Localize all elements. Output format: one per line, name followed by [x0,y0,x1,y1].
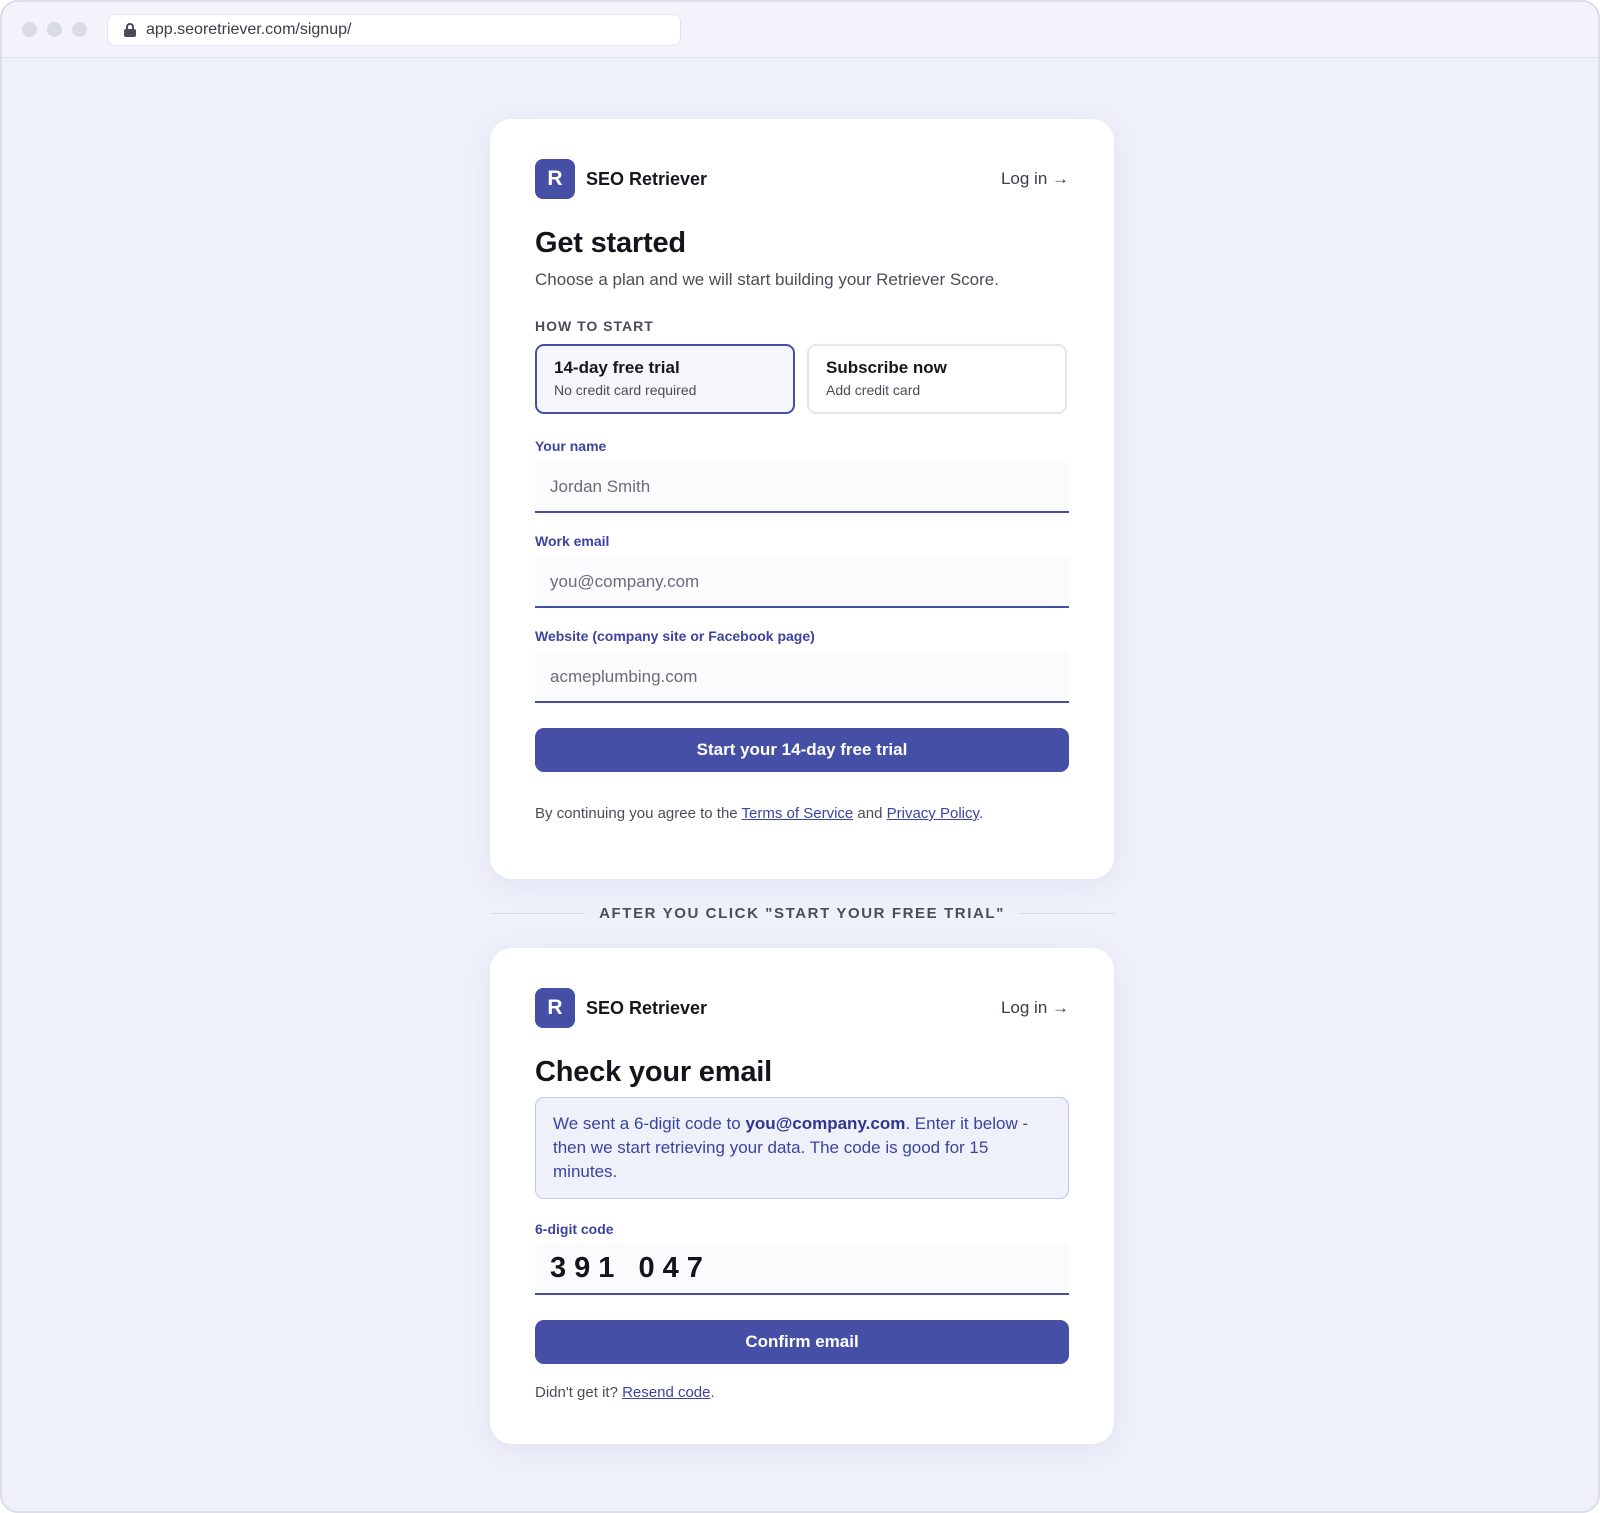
website-label: Website (company site or Facebook page) [535,628,815,644]
email-input[interactable] [535,557,1069,608]
legal-suffix: . [978,805,984,822]
confirm-email-button[interactable]: Confirm email [535,1320,1069,1364]
logo-icon: R [535,988,575,1028]
signup-card: R SEO Retriever Log in → Get started Cho… [490,119,1114,879]
verify-card: R SEO Retriever Log in → Check your emai… [490,948,1114,1444]
logo-icon: R [535,159,575,199]
legal-text: By continuing you agree to the Terms of … [535,805,1069,822]
legal-and: and [853,805,887,822]
plan-option-free-trial[interactable]: 14-day free trial No credit card require… [535,344,795,414]
privacy-link[interactable]: Privacy Policy [887,805,979,822]
address-bar[interactable]: app.seoretriever.com/signup/ [107,13,681,46]
brand: R SEO Retriever [535,988,707,1028]
email-sent-notice: We sent a 6-digit code to you@company.co… [535,1097,1069,1199]
minimize-window-button[interactable] [47,22,62,37]
verify-title: Check your email [535,1056,772,1088]
email-label: Work email [535,533,610,549]
terms-link[interactable]: Terms of Service [742,805,854,822]
plan-option-subscribe[interactable]: Subscribe now Add credit card [807,344,1067,414]
close-window-button[interactable] [22,22,37,37]
card-header: R SEO Retriever Log in → [535,159,1069,199]
plan-title: Subscribe now [826,358,947,377]
code-input[interactable]: 391 047 [535,1243,1069,1295]
divider-line [1018,912,1115,914]
browser-toolbar: app.seoretriever.com/signup/ [2,2,1598,58]
resend-code-link[interactable]: Resend code [622,1384,710,1401]
browser-window: app.seoretriever.com/signup/ R SEO Retri… [0,0,1600,1513]
plan-title: 14-day free trial [554,358,680,377]
section-divider: AFTER YOU CLICK "START YOUR FREE TRIAL" [490,902,1115,924]
plan-subtitle: Add credit card [826,382,921,398]
login-link[interactable]: Log in → [1001,169,1069,189]
url-text: app.seoretriever.com/signup/ [146,20,352,38]
login-link[interactable]: Log in → [1001,998,1069,1018]
brand-name: SEO Retriever [586,997,708,1018]
card-header: R SEO Retriever Log in → [535,988,1069,1028]
divider-text: AFTER YOU CLICK "START YOUR FREE TRIAL" [599,904,1005,922]
page-title: Get started [535,227,686,259]
window-controls [22,22,87,37]
plan-section-label: HOW TO START [535,318,654,334]
page-subtitle: Choose a plan and we will start building… [535,270,999,289]
name-input[interactable] [535,462,1069,513]
notice-email: you@company.com [745,1114,906,1133]
divider-line [490,912,586,914]
website-input[interactable] [535,652,1069,703]
notice-prefix: We sent a 6-digit code to [553,1114,746,1133]
maximize-window-button[interactable] [72,22,87,37]
brand: R SEO Retriever [535,159,707,199]
plan-subtitle: No credit card required [554,382,697,398]
lock-icon [124,22,136,37]
legal-prefix: By continuing you agree to the [535,805,742,822]
plan-options: 14-day free trial No credit card require… [535,344,1069,414]
resend-suffix: . [710,1384,715,1401]
code-label: 6-digit code [535,1221,614,1237]
name-label: Your name [535,438,607,454]
start-trial-button[interactable]: Start your 14-day free trial [535,728,1069,772]
resend-text: Didn't get it? Resend code. [535,1384,1069,1401]
brand-name: SEO Retriever [586,168,708,189]
resend-prefix: Didn't get it? [535,1384,623,1401]
